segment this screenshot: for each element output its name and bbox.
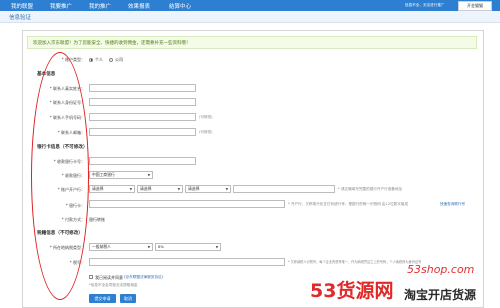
tax-no-input[interactable] (89, 258, 285, 266)
tax-no-hint: * 又称纳税人识别号，每个企业的税号唯一，作为纳税凭证之上的号码；个人纳税即为身… (288, 260, 422, 264)
district-select[interactable]: 请选择 ▼ (185, 185, 231, 193)
nav-my-union[interactable]: 我的联盟 (11, 2, 33, 10)
incomplete-note: *信息不全会导致无法提取佣金 (89, 283, 138, 287)
chevron-down-icon: ▼ (215, 245, 218, 249)
card-no-input[interactable] (89, 200, 285, 208)
province-select[interactable]: 请选择 ▼ (89, 185, 135, 193)
lookup-link[interactable]: 快速查询联行号 (440, 202, 465, 207)
tax-rate-select[interactable]: 6% ▼ (155, 243, 221, 251)
email-input[interactable] (89, 128, 196, 136)
welcome-text: 欢迎加入京东联盟！为了您能安全、快捷的收到佣金，还需要补充一些资料哦！ (33, 40, 191, 46)
radio-personal[interactable] (89, 57, 93, 62)
chevron-down-icon: ▼ (147, 245, 150, 249)
district-select-value: 请选择 (188, 186, 200, 191)
radio-personal-label: 个人 (95, 57, 103, 62)
province-select-value: 请选择 (92, 186, 104, 191)
chevron-down-icon: ▼ (147, 173, 150, 177)
annotation-oval (31, 52, 89, 300)
city-select-value: 请选择 (140, 186, 152, 191)
welcome-banner: 欢迎加入京东联盟！为了您能安全、快捷的收到佣金，还需要补充一些资料哦！ (27, 36, 477, 49)
card-no-hint: * 开户行，又称现代化支付系统行号，是银行的唯一识别码 由12位数字组成 (288, 202, 409, 206)
radio-company-label: 公司 (115, 57, 123, 62)
incomplete-warning: 信息不全，无法进行推广 (405, 3, 445, 7)
real-name-input[interactable] (89, 84, 196, 92)
branch-hint: * 请正确填写完整的银行开户行准备地址 (338, 187, 403, 191)
nav-reports[interactable]: 效果报表 (128, 2, 150, 10)
bank-select-value: 中国工商银行 (92, 172, 115, 177)
nav-my-promotion[interactable]: 我的推广 (89, 2, 111, 10)
radio-company[interactable] (109, 57, 113, 62)
id-number-input[interactable] (89, 98, 196, 106)
agreement-checkbox[interactable] (89, 275, 93, 279)
chevron-down-icon: ▼ (177, 187, 180, 191)
bank-select[interactable]: 中国工商银行 ▼ (89, 171, 153, 179)
page-title: 信息验证 (9, 15, 32, 21)
nav-promote[interactable]: 我要推广 (50, 2, 72, 10)
pay-type-value: 银行转账 (89, 217, 105, 222)
taxpayer-type-select[interactable]: 一般纳税人 ▼ (89, 243, 153, 251)
phone-input[interactable] (89, 113, 196, 121)
cancel-button[interactable]: 取消 (120, 294, 136, 303)
chevron-down-icon: ▼ (129, 187, 132, 191)
watermark-tagline: 淘宝开店货源 (404, 288, 477, 302)
branch-address-input[interactable] (233, 185, 335, 193)
agreement-prefix: 我已阅读并同意 (95, 274, 123, 280)
watermark-brand: 53货源网 (310, 280, 394, 302)
top-nav-bar: 我的联盟 我要推广 我的推广 效果报表 结算中心 信息不全，无法进行推广 开金猫… (0, 0, 500, 11)
email-hint: (可修改) (199, 130, 213, 134)
card-holder-input[interactable] (89, 157, 196, 165)
watermark-url: 53shop.com (407, 263, 475, 276)
chevron-down-icon: ▼ (225, 187, 228, 191)
top-right-button[interactable]: 开金猫猫 (458, 1, 492, 11)
city-select[interactable]: 请选择 ▼ (137, 185, 183, 193)
page-title-bar: 信息验证 (0, 11, 500, 23)
submit-button[interactable]: 提交申请 (89, 294, 116, 303)
phone-hint: (可修改) (199, 115, 213, 119)
tax-rate-value: 6% (158, 244, 165, 249)
taxpayer-type-value: 一般纳税人 (92, 244, 111, 249)
agreement-link[interactable]: 《京东联盟法律服务协议》 (122, 275, 165, 280)
nav-settlement[interactable]: 结算中心 (169, 2, 191, 10)
